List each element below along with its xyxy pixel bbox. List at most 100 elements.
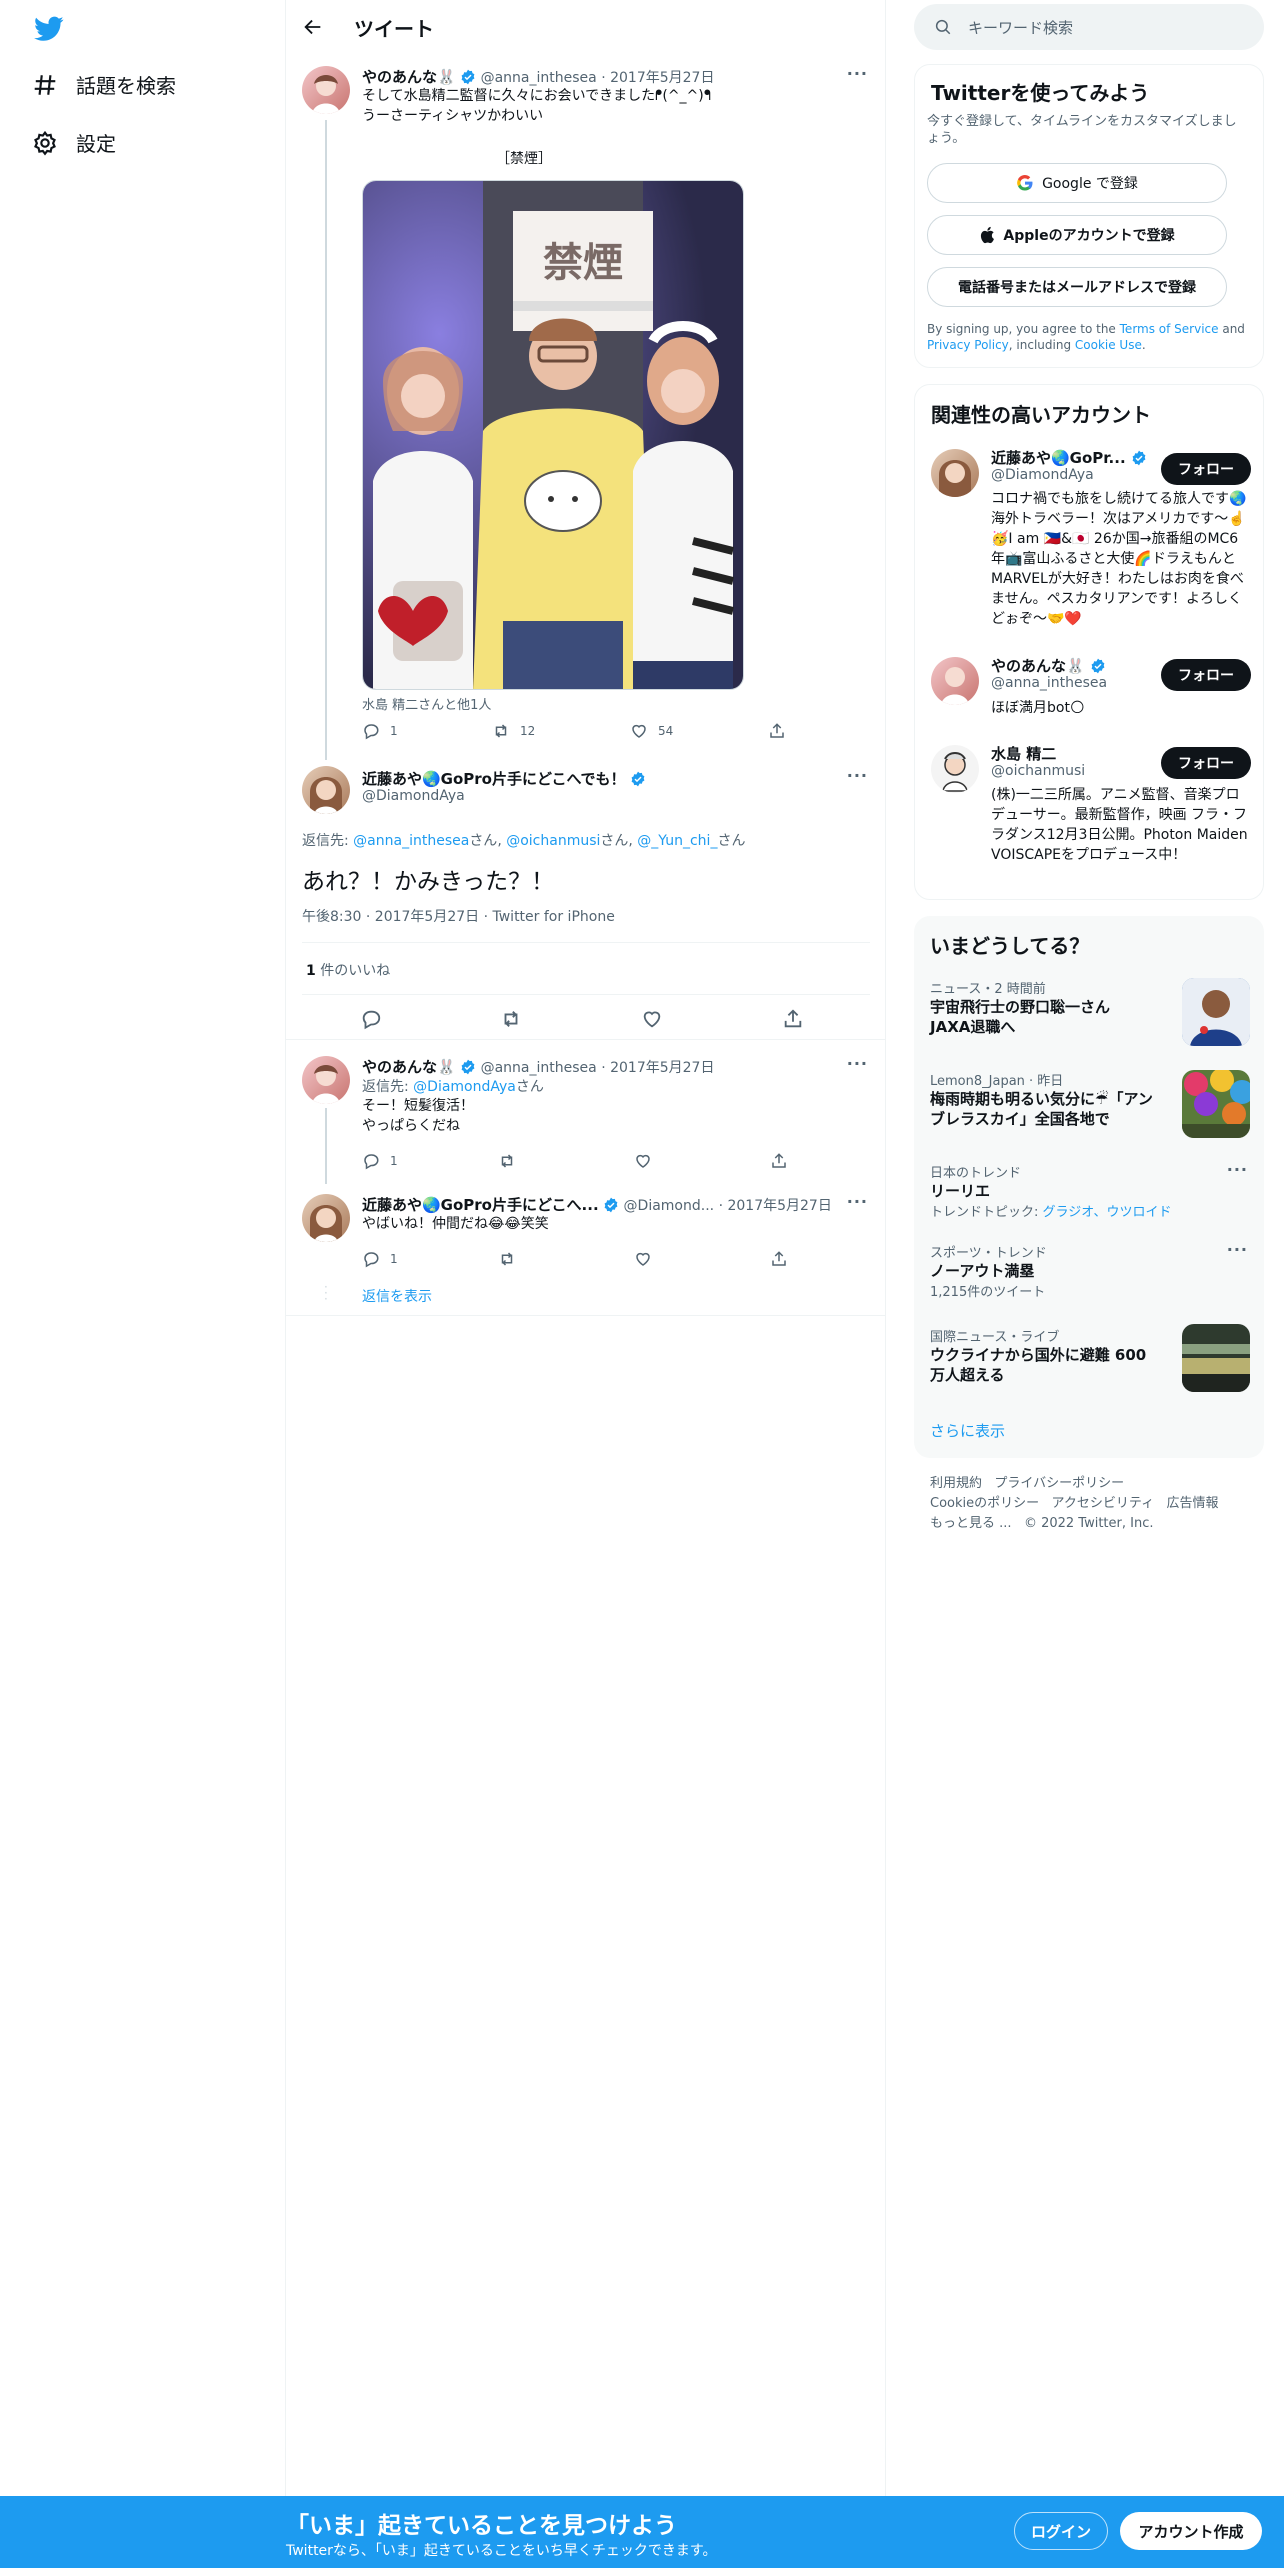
share-button[interactable] [770, 1152, 788, 1170]
reply-tweet[interactable]: やのあんな🐰 @anna_inthesea · 2017年5月27日 ··· 返… [286, 1042, 886, 1184]
reply-button[interactable]: 1 [362, 1152, 398, 1170]
more-options-icon[interactable]: ··· [1227, 1160, 1248, 1179]
back-arrow-icon[interactable] [302, 16, 324, 38]
apple-signup-button[interactable]: Appleのアカウントで登録 [927, 215, 1227, 255]
reply-to-suffix: さん [717, 833, 746, 849]
nav-settings-label: 設定 [76, 132, 116, 156]
thread-dots: · · · [324, 1280, 328, 1306]
reply-button[interactable]: 1 [362, 722, 398, 740]
more-options-icon[interactable]: ··· [847, 64, 868, 83]
terms-link[interactable]: Terms of Service [1120, 322, 1219, 336]
footer-more-link[interactable]: もっと見る ... [930, 1516, 1012, 1531]
trend-related-label: トレンドトピック: [930, 1205, 1043, 1220]
like-button[interactable] [634, 1152, 652, 1170]
author-name[interactable]: 近藤あや🌏GoPro片手にどこへでも！ [362, 770, 626, 788]
footer-terms-link[interactable]: 利用規約 [930, 1476, 982, 1491]
nav-explore[interactable]: 話題を検索 [32, 70, 176, 99]
show-more-trends-link[interactable]: さらに表示 [930, 1420, 1005, 1441]
reply-to-suffix: さん [600, 833, 629, 849]
trend-item[interactable]: スポーツ・トレンド ノーアウト満塁 1,215件のツイート [930, 1242, 1240, 1300]
author-handle[interactable]: @Diamond... [624, 1198, 715, 1214]
search-input[interactable]: キーワード検索 [914, 4, 1264, 50]
create-account-button[interactable]: アカウント作成 [1120, 2512, 1262, 2550]
tweet-timestamp[interactable]: 午後8:30 · 2017年5月27日 · Twitter for iPhone [302, 906, 615, 926]
apple-icon [979, 226, 995, 244]
related-account[interactable]: 水島 精二 @oichanmusi フォロー (株)一二三所属。アニメ監督、音楽… [915, 739, 1265, 889]
tweet-date[interactable]: 2017年5月27日 [727, 1198, 831, 1214]
avatar[interactable] [302, 766, 350, 814]
like-button[interactable] [634, 1250, 652, 1268]
search-icon [934, 18, 952, 36]
footer-ads-link[interactable]: 広告情報 [1167, 1496, 1219, 1511]
like-button[interactable]: 54 [630, 722, 673, 740]
retweet-button[interactable]: 12 [492, 722, 535, 740]
avatar[interactable] [931, 449, 979, 497]
privacy-link[interactable]: Privacy Policy [927, 338, 1009, 352]
author-handle[interactable]: @anna_inthesea [481, 1060, 597, 1076]
tweet-text: そー！短髪復活！ やっぱらくだね [362, 1096, 474, 1136]
reply-to-link[interactable]: @_Yun_chi_ [637, 833, 717, 849]
author-name[interactable]: やのあんな🐰 [362, 68, 456, 86]
footer-accessibility-link[interactable]: アクセシビリティ [1052, 1496, 1155, 1511]
main-header: ツイート [286, 0, 885, 54]
likes-number: 1 [306, 963, 316, 979]
avatar[interactable] [931, 657, 979, 705]
tweet-date[interactable]: 2017年5月27日 [610, 70, 714, 86]
likes-summary[interactable]: 1 件のいいね [306, 960, 390, 980]
retweet-icon [501, 1252, 513, 1266]
share-button[interactable] [770, 1250, 788, 1268]
follow-button[interactable]: フォロー [1161, 747, 1251, 779]
avatar[interactable] [302, 1194, 350, 1242]
author-handle[interactable]: @DiamondAya [362, 788, 465, 804]
more-options-icon[interactable]: ··· [1227, 1240, 1248, 1259]
related-account[interactable]: やのあんな🐰 @anna_inthesea フォロー ほぼ満月bot🌕 [915, 651, 1265, 731]
heart-icon [643, 1011, 661, 1028]
author-name[interactable]: 近藤あや🌏GoPro片手にどこへ... [362, 1196, 599, 1214]
retweet-button[interactable] [498, 1152, 516, 1170]
more-options-icon[interactable]: ··· [847, 766, 868, 785]
author-name[interactable]: やのあんな🐰 [362, 1058, 456, 1076]
phone-email-signup-button[interactable]: 電話番号またはメールアドレスで登録 [927, 267, 1227, 307]
avatar[interactable] [302, 1056, 350, 1104]
cookie-link[interactable]: Cookie Use [1075, 338, 1142, 352]
more-options-icon[interactable]: ··· [847, 1192, 868, 1211]
more-options-icon[interactable]: ··· [847, 1054, 868, 1073]
trend-title: 宇宙飛行士の野口聡一さんJAXA退職へ [930, 998, 1111, 1036]
reply-tweet[interactable]: 近藤あや🌏GoPro片手にどこへ... @Diamond... · 2017年5… [286, 1180, 886, 1316]
footer-cookie-link[interactable]: Cookieのポリシー [930, 1496, 1039, 1511]
photo-tag-text[interactable]: 水島 精二さんと他1人 [362, 694, 491, 713]
author-handle[interactable]: @anna_inthesea [481, 70, 597, 86]
share-button[interactable] [782, 1008, 804, 1030]
tweet-text: そして水島精二監督に久々にお会いできましたᖰ(^_^)ᖳ うーさーティシャツかわ… [362, 86, 711, 126]
google-signup-button[interactable]: Google で登録 [927, 163, 1227, 203]
footer-privacy-link[interactable]: プライバシーポリシー [994, 1476, 1124, 1491]
account-bio: ほぼ満月bot🌕 [991, 700, 1085, 716]
reply-button[interactable] [360, 1008, 382, 1030]
trend-title: ウクライナから国外に避難 600万人超える [930, 1346, 1147, 1384]
related-account[interactable]: 近藤あや🌏GoPr... @DiamondAya フォロー コロナ禍でも旅をし続… [915, 441, 1265, 641]
retweet-button[interactable] [500, 1008, 522, 1030]
like-button[interactable] [641, 1008, 663, 1030]
twitter-logo-icon[interactable] [34, 16, 64, 42]
share-button[interactable] [768, 722, 786, 740]
reply-button[interactable]: 1 [362, 1250, 398, 1268]
avatar[interactable] [931, 745, 979, 793]
show-replies-link[interactable]: 返信を表示 [362, 1286, 432, 1306]
follow-button[interactable]: フォロー [1161, 453, 1251, 485]
related-accounts-card: 関連性の高いアカウント 近藤あや🌏GoPr... @DiamondAya フォロ… [914, 384, 1264, 900]
follow-button[interactable]: フォロー [1161, 659, 1251, 691]
reply-to-link[interactable]: @anna_inthesea [353, 833, 469, 849]
avatar[interactable] [302, 66, 350, 114]
tweet-date[interactable]: 2017年5月27日 [610, 1060, 714, 1076]
account-name: 水島 精二 [991, 745, 1057, 763]
nav-settings[interactable]: 設定 [32, 128, 116, 157]
login-button[interactable]: ログイン [1014, 2512, 1108, 2550]
retweet-button[interactable] [498, 1250, 516, 1268]
trend-related-links[interactable]: グラジオ、ウツロイド [1043, 1205, 1172, 1220]
parent-tweet[interactable]: やのあんな🐰 @anna_inthesea · 2017年5月27日 ··· そ… [286, 58, 886, 760]
trend-item[interactable]: 日本のトレンド リーリエ トレンドトピック: グラジオ、ウツロイド [930, 1162, 1240, 1220]
reply-to-link[interactable]: @DiamondAya [413, 1079, 516, 1095]
heart-icon [636, 1154, 650, 1168]
reply-to-link[interactable]: @oichanmusi [506, 833, 600, 849]
tweet-photo[interactable]: 禁煙 [362, 180, 744, 690]
